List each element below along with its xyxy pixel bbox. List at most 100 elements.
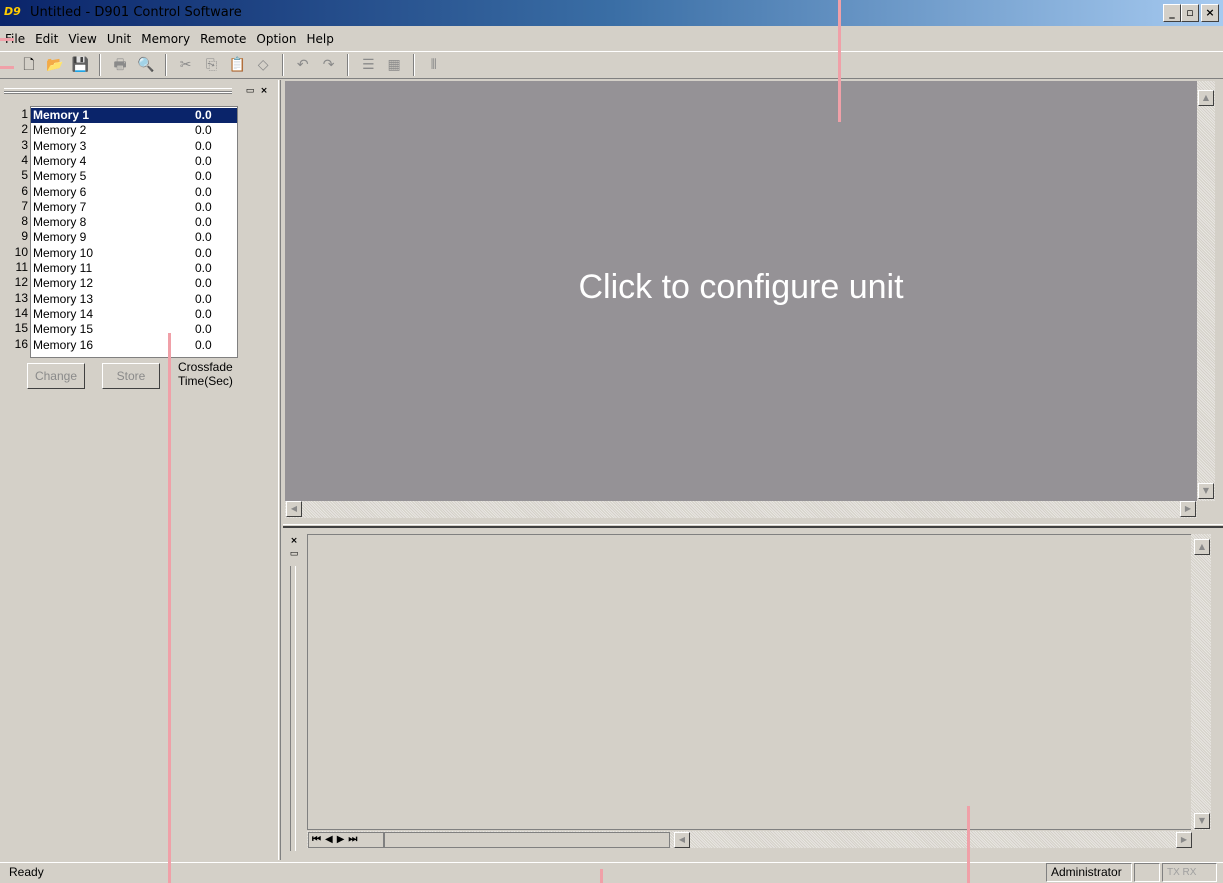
menu-remote[interactable]: Remote — [195, 28, 251, 50]
log-area[interactable] — [307, 534, 1191, 830]
status-text: Ready — [9, 865, 44, 879]
crossfade-value: 0.0 — [195, 306, 212, 321]
log-scroll-right-icon[interactable]: ▶ — [1176, 832, 1192, 848]
config-horizontal-scrollbar[interactable] — [285, 501, 1197, 518]
memory-list-item[interactable]: Memory 11 0.0 — [31, 261, 237, 276]
memory-number: 2 — [21, 122, 28, 137]
log-grip[interactable] — [290, 566, 296, 851]
open-icon[interactable]: 📂 — [44, 54, 66, 76]
memory-list-item[interactable]: Memory 10 0.0 — [31, 246, 237, 261]
log-vertical-scrollbar[interactable] — [1191, 534, 1211, 830]
erase-icon[interactable]: ◇ — [252, 54, 274, 76]
crossfade-value: 0.0 — [195, 169, 212, 184]
crossfade-value: 0.0 — [195, 153, 212, 168]
scroll-left-icon[interactable]: ◀ — [286, 501, 302, 517]
menu-option[interactable]: Option — [251, 28, 301, 50]
memory-list-item[interactable]: Memory 2 0.0 — [31, 123, 237, 138]
panel-grip[interactable] — [4, 88, 232, 94]
list-icon[interactable]: ☰ — [357, 54, 379, 76]
vertical-splitter[interactable] — [278, 80, 281, 860]
log-close-icon[interactable]: × — [288, 536, 300, 547]
memory-list-item[interactable]: Memory 13 0.0 — [31, 292, 237, 307]
log-scroll-up-icon[interactable]: ▲ — [1194, 539, 1210, 555]
memory-list-item[interactable]: Memory 14 0.0 — [31, 307, 237, 322]
status-user: Administrator — [1046, 863, 1132, 882]
new-icon[interactable]: 🗋 — [18, 54, 40, 76]
menu-bar: File Edit View Unit Memory Remote Option Help — [0, 28, 1223, 50]
grid-icon[interactable]: ▦ — [383, 54, 405, 76]
panel-float-icon[interactable]: ▭ — [244, 86, 256, 97]
scroll-up-icon[interactable]: ▲ — [1198, 90, 1214, 106]
crossfade-value: 0.0 — [195, 199, 212, 214]
paste-icon[interactable]: 📋 — [226, 54, 248, 76]
menu-edit[interactable]: Edit — [30, 28, 63, 50]
memory-list-item[interactable]: Memory 1 0.0 — [31, 108, 237, 123]
menu-memory[interactable]: Memory — [136, 28, 195, 50]
copy-icon[interactable]: ⎘ — [200, 54, 222, 76]
memory-name: Memory 10 — [33, 245, 94, 260]
configure-unit-message[interactable]: Click to configure unit — [285, 268, 1197, 307]
save-icon[interactable]: 💾 — [69, 54, 91, 76]
memory-list-item[interactable]: Memory 9 0.0 — [31, 230, 237, 245]
memory-number: 15 — [14, 321, 28, 336]
memory-name: Memory 11 — [33, 261, 93, 275]
crossfade-line1: Crossfade — [178, 360, 233, 374]
undo-icon[interactable]: ↶ — [292, 54, 314, 76]
crossfade-value: 0.0 — [195, 261, 212, 275]
memory-name: Memory 6 — [33, 184, 87, 199]
memory-number: 4 — [21, 152, 28, 167]
store-button[interactable]: Store — [102, 363, 160, 389]
sheet-nav-icons[interactable]: ⏮◀▶⏭ — [308, 832, 384, 848]
annotation-line — [168, 333, 171, 883]
memory-name: Memory 4 — [33, 153, 87, 168]
memory-name: Memory 13 — [33, 291, 94, 306]
menu-unit[interactable]: Unit — [102, 28, 136, 50]
maximize-button[interactable]: ▫ — [1181, 4, 1199, 22]
memory-name: Memory 5 — [33, 169, 87, 184]
cut-icon[interactable]: ✂ — [175, 54, 197, 76]
status-empty-panel — [1134, 863, 1160, 882]
app-icon: D9 — [4, 5, 21, 18]
memory-number: 8 — [21, 214, 28, 229]
memory-list-item[interactable]: Memory 5 0.0 — [31, 169, 237, 184]
log-scroll-left-icon[interactable]: ◀ — [674, 832, 690, 848]
columns-icon[interactable]: ⦀ — [423, 54, 445, 76]
memory-number: 10 — [14, 244, 28, 259]
print-preview-icon[interactable]: 🔍 — [135, 54, 157, 76]
memory-name: Memory 8 — [33, 215, 87, 230]
minimize-button[interactable]: _ — [1163, 4, 1181, 22]
crossfade-value: 0.0 — [195, 337, 212, 352]
memory-list-item[interactable]: Memory 3 0.0 — [31, 139, 237, 154]
memory-name: Memory 12 — [33, 276, 94, 291]
annotation-line — [0, 38, 14, 41]
memory-list-item[interactable]: Memory 8 0.0 — [31, 215, 237, 230]
horizontal-splitter[interactable] — [283, 524, 1223, 528]
scroll-right-icon[interactable]: ▶ — [1180, 501, 1196, 517]
memory-list-item[interactable]: Memory 4 0.0 — [31, 154, 237, 169]
memory-list-item[interactable]: Memory 7 0.0 — [31, 200, 237, 215]
log-float-icon[interactable]: ▭ — [288, 549, 300, 560]
memory-name: Memory 7 — [33, 199, 87, 214]
menu-help[interactable]: Help — [301, 28, 338, 50]
memory-name: Memory 14 — [33, 306, 94, 321]
close-button[interactable]: × — [1201, 4, 1219, 22]
menu-view[interactable]: View — [63, 28, 101, 50]
memory-list-item[interactable]: Memory 15 0.0 — [31, 322, 237, 337]
memory-list-item[interactable]: Memory 16 0.0 — [31, 338, 237, 353]
status-bar — [0, 862, 1223, 883]
panel-close-icon[interactable]: × — [258, 86, 270, 97]
memory-list[interactable]: Memory 1 0.0 Memory 2 0.0 Memory 3 0.0 Memory … — [30, 106, 238, 358]
redo-icon[interactable]: ↷ — [318, 54, 340, 76]
print-icon[interactable]: 🖶 — [109, 54, 131, 76]
scroll-down-icon[interactable]: ▼ — [1198, 483, 1214, 499]
memory-list-item[interactable]: Memory 6 0.0 — [31, 185, 237, 200]
config-vertical-scrollbar[interactable] — [1197, 81, 1215, 501]
change-button[interactable]: Change — [27, 363, 85, 389]
memory-number: 7 — [21, 198, 28, 213]
memory-list-item[interactable]: Memory 12 0.0 — [31, 276, 237, 291]
toolbar-separator — [281, 54, 284, 76]
crossfade-value: 0.0 — [195, 123, 212, 138]
crossfade-value: 0.0 — [195, 276, 212, 291]
log-scroll-down-icon[interactable]: ▼ — [1194, 813, 1210, 829]
sheet-tab-area[interactable] — [384, 832, 670, 848]
